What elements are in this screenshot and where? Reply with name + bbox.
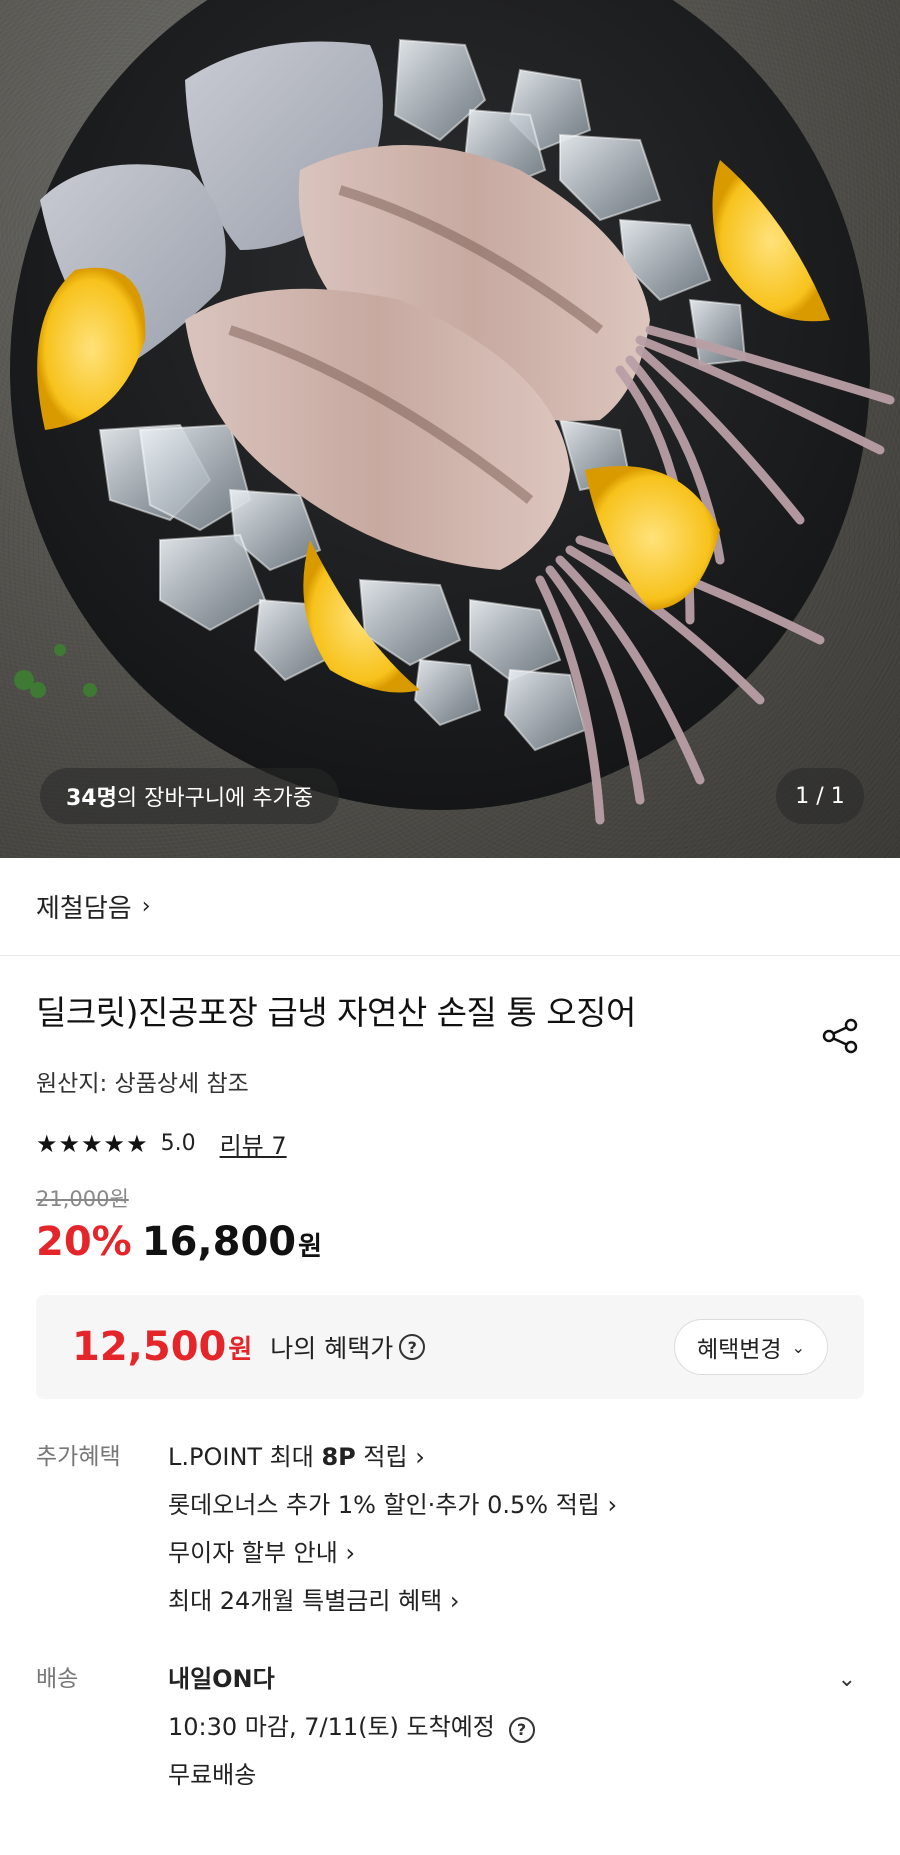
extra-benefits-section: 추가혜택 L.POINT 최대 8P 적립 › 롯데오너스 추가 1% 할인·추… [0, 1433, 900, 1625]
benefit-price-box: 12,500 원 나의 혜택가 ? 혜택변경 ⌄ [36, 1295, 864, 1399]
sale-price: 16,800 [141, 1219, 297, 1265]
brand-link[interactable]: 제철담음 › [0, 858, 900, 956]
shipping-label: 배송 [36, 1666, 79, 1692]
basket-count-badge: 34명 의 장바구니에 추가중 [40, 768, 340, 824]
squid-illustration [10, 0, 895, 825]
star-icon: ★★★★★ [36, 1129, 149, 1158]
original-price: 21,000원 [36, 1187, 129, 1211]
benefit-label: 나의 혜택가 [270, 1334, 394, 1363]
brand-name: 제철담음 [36, 894, 132, 924]
share-icon[interactable] [820, 1016, 860, 1056]
change-benefit-label: 혜택변경 [696, 1337, 782, 1363]
benefit-price-unit: 원 [228, 1334, 253, 1365]
product-summary: 딜크릿)진공포장 급냉 자연산 손질 통 오징어 원산지: 상품상세 참조 ★★… [0, 986, 900, 1265]
question-icon[interactable]: ? [399, 1334, 426, 1360]
rating-score: 5.0 [160, 1131, 196, 1156]
benefit-price: 12,500 [72, 1324, 227, 1370]
shipping-type: 내일ON다 [168, 1665, 275, 1693]
shipping-section[interactable]: 배송 내일ON다 10:30 마감, 7/11(토) 도착예정 ? 무료배송 ⌄ [0, 1655, 900, 1799]
product-image[interactable]: 34명 의 장바구니에 추가중 1 / 1 [0, 0, 900, 858]
basket-count: 34명 [66, 786, 117, 811]
extra-benefits-label: 추가혜택 [36, 1444, 121, 1470]
question-icon[interactable]: ? [508, 1717, 535, 1743]
chevron-right-icon: › [141, 894, 151, 919]
shipping-fee: 무료배송 [168, 1761, 257, 1789]
basket-text: 의 장바구니에 추가중 [116, 786, 314, 811]
benefit-item-special-rate[interactable]: 최대 24개월 특별금리 혜택 › [168, 1577, 864, 1625]
chevron-down-icon[interactable]: ⌄ [838, 1667, 856, 1692]
benefit-item-lpoint[interactable]: L.POINT 최대 8P 적립 › [168, 1433, 864, 1481]
chevron-down-icon: ⌄ [791, 1337, 805, 1357]
image-counter: 1 / 1 [776, 768, 864, 824]
price-unit: 원 [298, 1232, 323, 1262]
price-row: 20% 16,800 원 [36, 1219, 864, 1265]
shipping-eta: 10:30 마감, 7/11(토) 도착예정 ? [168, 1703, 864, 1751]
origin-text: 원산지: 상품상세 참조 [36, 1071, 249, 1097]
review-link[interactable]: 리뷰 7 [220, 1126, 287, 1161]
rating-row: ★★★★★ 5.0 리뷰 7 [36, 1126, 864, 1161]
benefit-item-lotte-owners[interactable]: 롯데오너스 추가 1% 할인·추가 0.5% 적립 › [168, 1481, 864, 1529]
product-title: 딜크릿)진공포장 급냉 자연산 손질 통 오징어 [36, 993, 636, 1032]
change-benefit-button[interactable]: 혜택변경 ⌄ [673, 1319, 828, 1375]
benefit-item-installment[interactable]: 무이자 할부 안내 › [168, 1529, 864, 1577]
discount-rate: 20% [36, 1219, 132, 1265]
